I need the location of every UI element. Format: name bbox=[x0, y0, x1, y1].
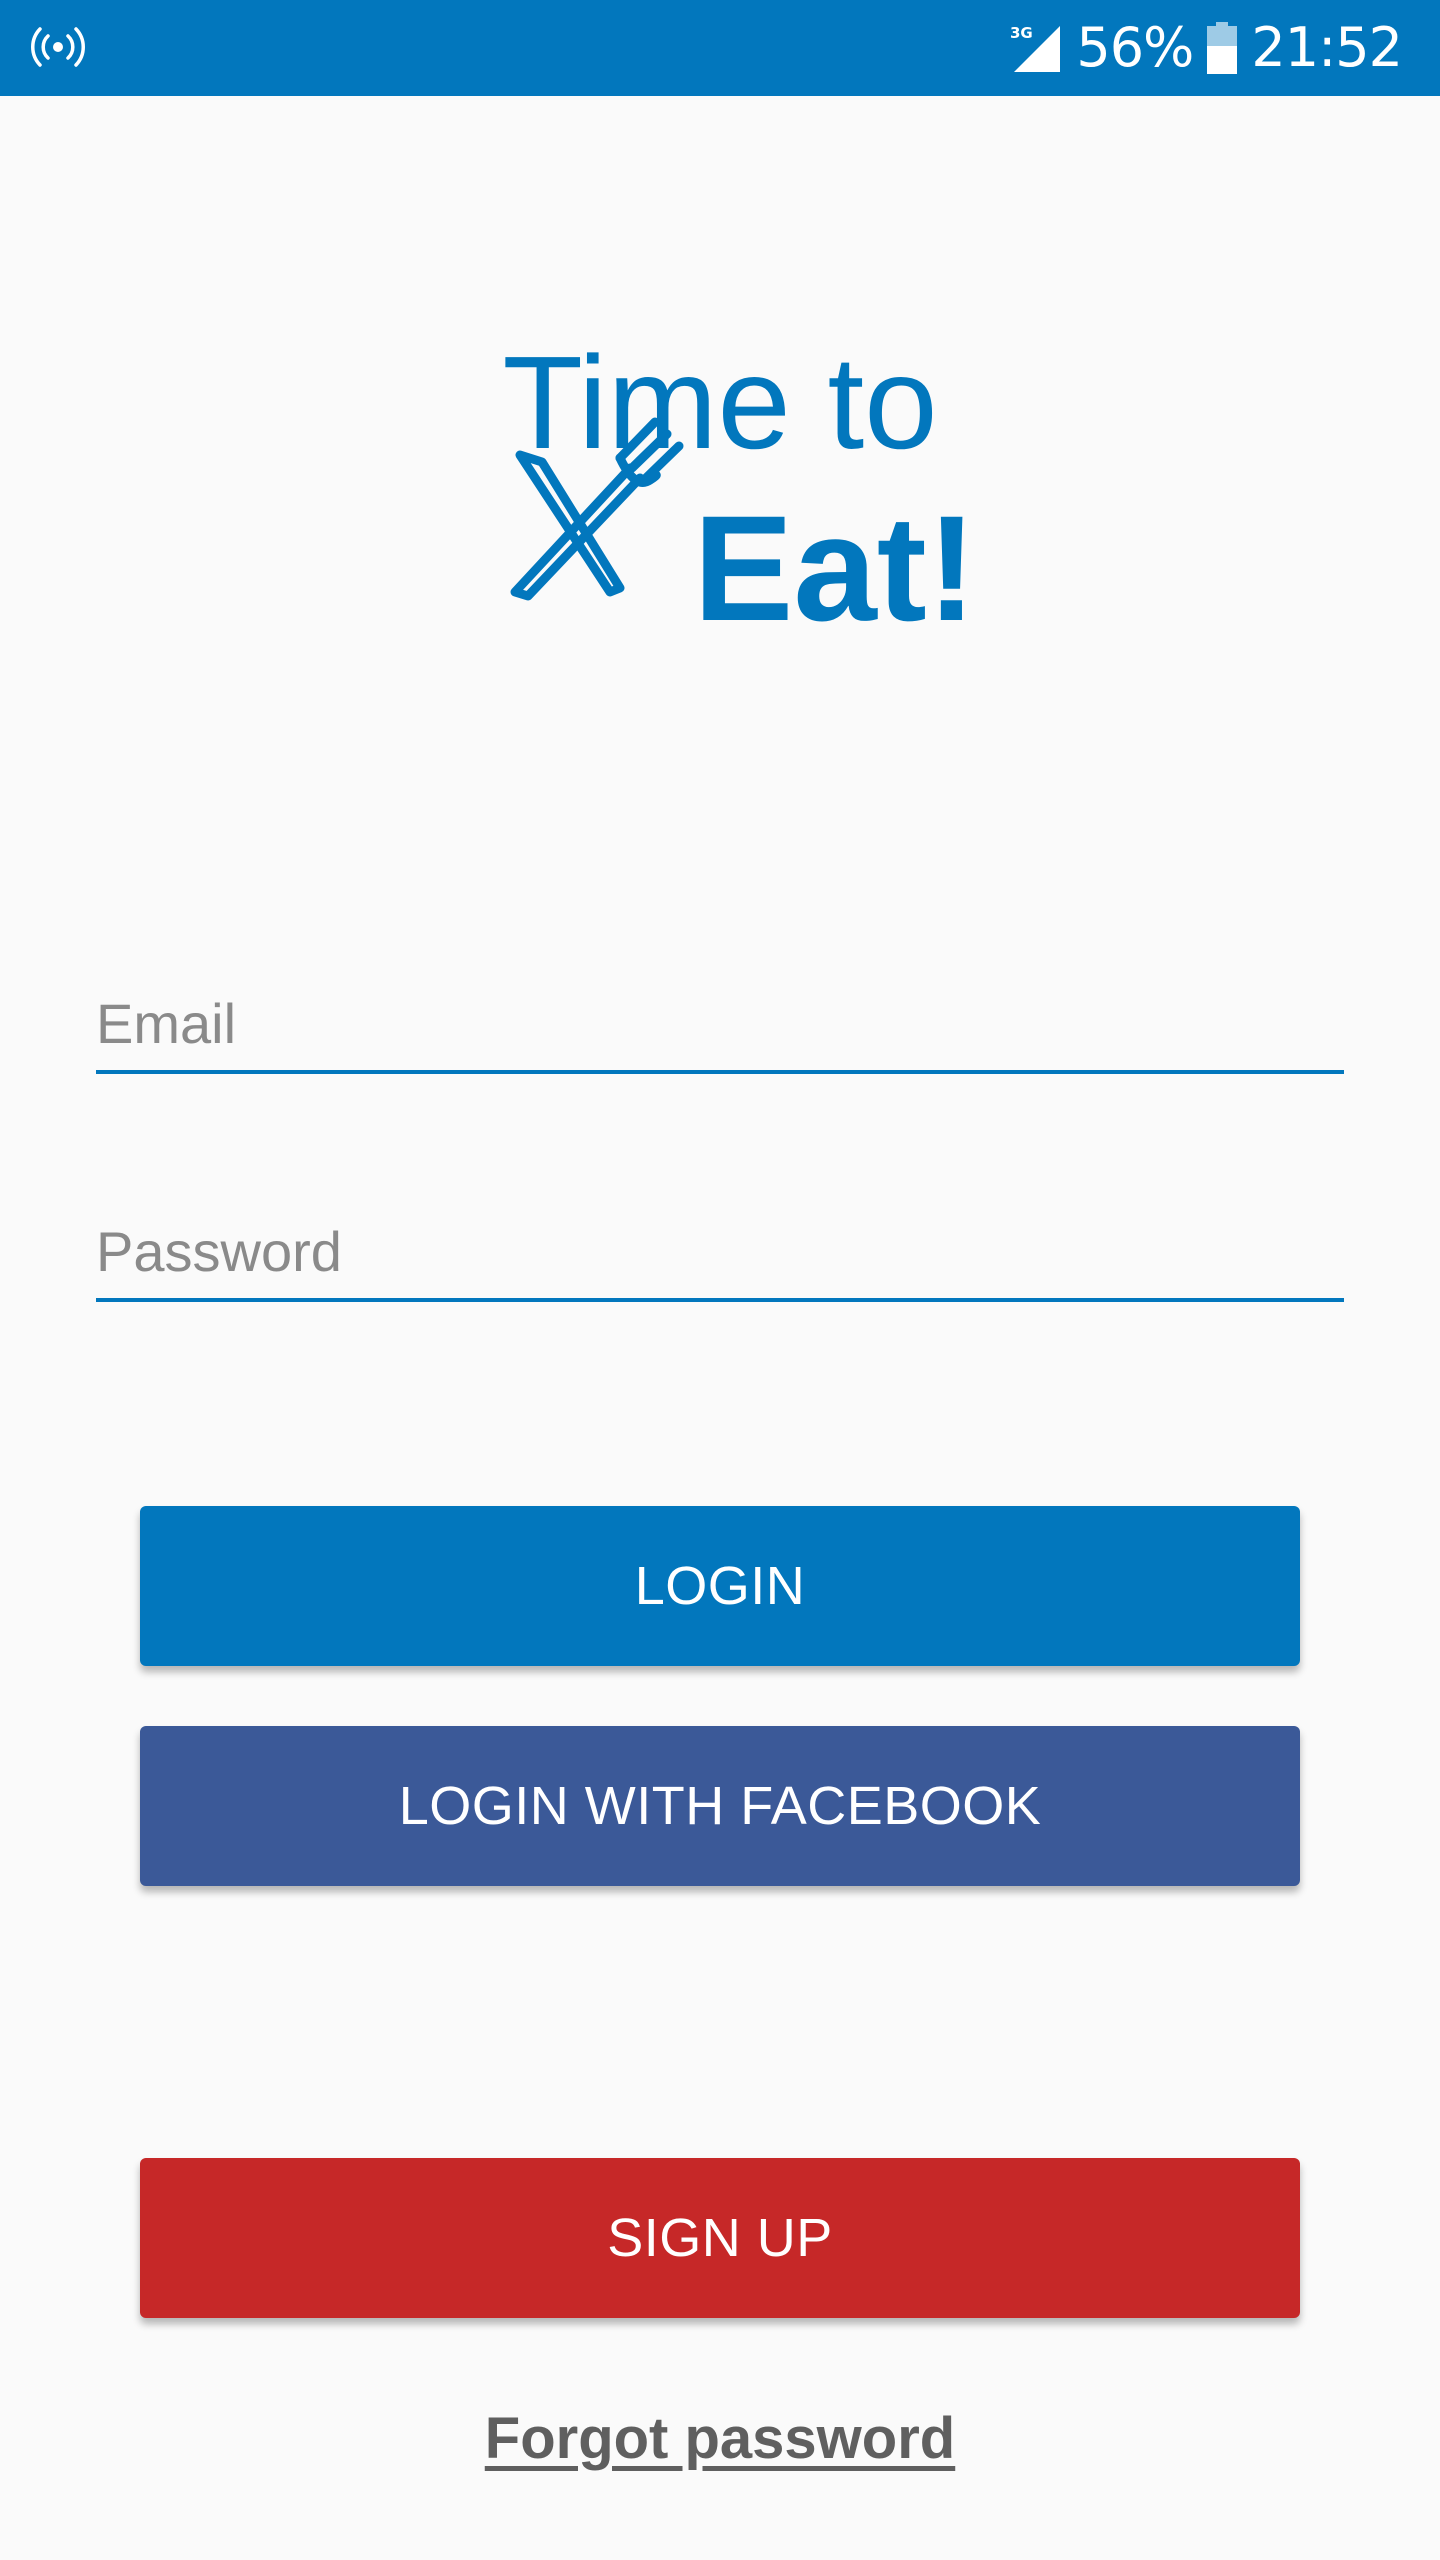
signup-button[interactable]: SIGN UP bbox=[140, 2158, 1300, 2318]
facebook-login-button[interactable]: LOGIN WITH FACEBOOK bbox=[140, 1726, 1300, 1886]
status-bar: 3G 56% 21:52 bbox=[0, 0, 1440, 96]
signal-icon: 3G bbox=[1010, 22, 1062, 74]
password-field bbox=[96, 1198, 1344, 1302]
app-logo: Time to Eat! bbox=[502, 330, 976, 630]
battery-icon bbox=[1207, 22, 1238, 74]
clock: 21:52 bbox=[1251, 16, 1403, 79]
battery-percent: 56% bbox=[1076, 16, 1194, 79]
logo-line-1: Time to bbox=[502, 330, 937, 476]
forgot-password-link[interactable]: Forgot password bbox=[0, 2405, 1440, 2472]
email-field bbox=[96, 970, 1344, 1074]
hotspot-icon bbox=[31, 27, 85, 67]
login-button[interactable]: LOGIN bbox=[140, 1506, 1300, 1666]
status-right: 3G 56% 21:52 bbox=[1010, 0, 1403, 96]
network-type: 3G bbox=[1010, 24, 1033, 42]
login-screen: 3G 56% 21:52 Time to Eat! Email LOGIN LO… bbox=[0, 0, 1440, 2560]
logo-line-2: Eat! bbox=[693, 484, 976, 630]
email-input[interactable] bbox=[96, 991, 1344, 1056]
password-input[interactable] bbox=[96, 1219, 1344, 1284]
